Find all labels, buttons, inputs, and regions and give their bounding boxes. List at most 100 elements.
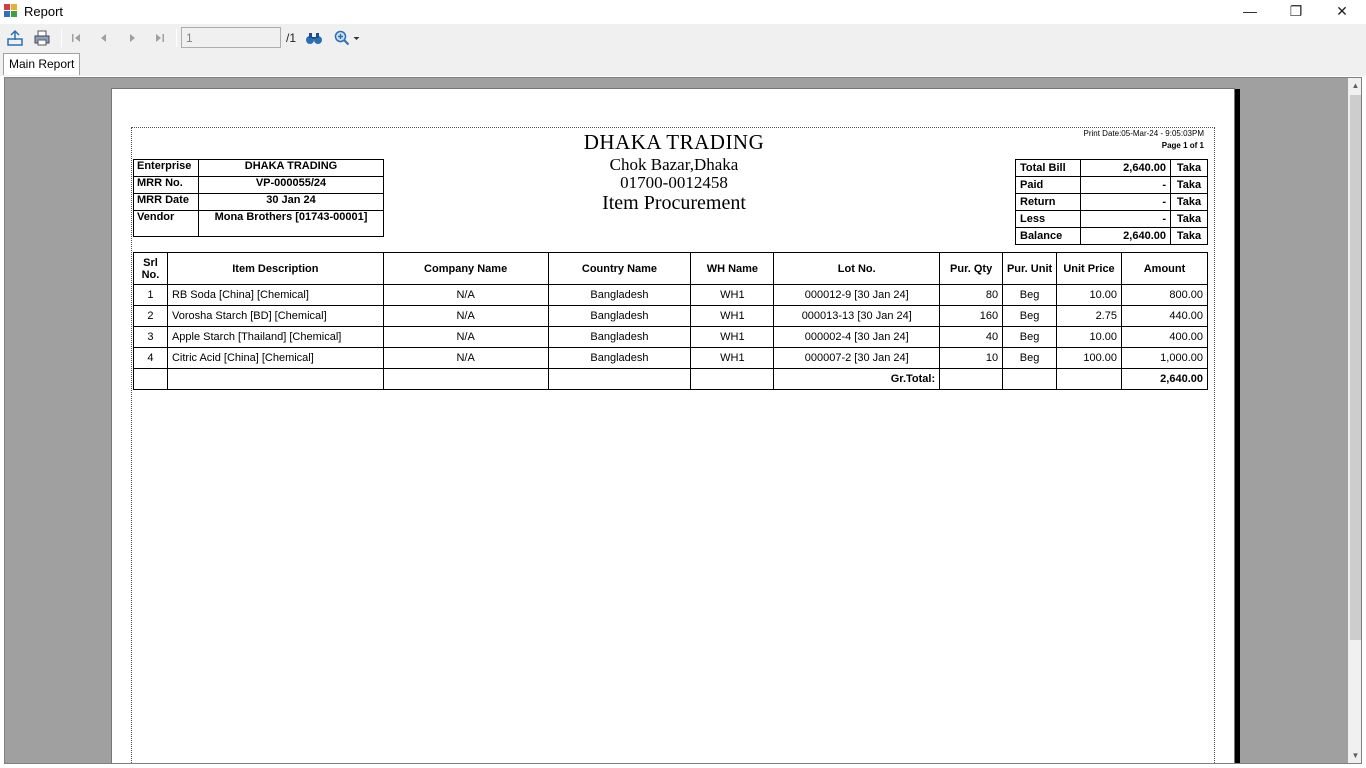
print-date: Print Date:05-Mar-24 - 9:05:03PM (1083, 129, 1205, 138)
tab-main-report[interactable]: Main Report (3, 53, 81, 75)
close-button[interactable]: ✕ (1319, 0, 1365, 24)
info-key: MRR No. (133, 176, 199, 194)
cell-srl: 3 (133, 326, 168, 348)
summary-value: 2,640.00 (1080, 159, 1171, 177)
export-button[interactable] (4, 27, 26, 49)
cell-srl: 2 (133, 305, 168, 327)
info-key: MRR Date (133, 193, 199, 211)
cell-srl: 4 (133, 347, 168, 369)
info-row: Vendor Mona Brothers [01743-00001] (133, 210, 384, 237)
export-icon (7, 29, 23, 46)
cell-price: 10.00 (1056, 284, 1122, 306)
chevron-down-icon (353, 36, 360, 40)
cell-amount: 400.00 (1120, 326, 1209, 348)
bill-summary-table: Total Bill 2,640.00 Taka Paid - Taka Ret… (1015, 159, 1208, 245)
info-value: VP-000055/24 (198, 176, 384, 194)
report-viewer[interactable]: DHAKA TRADING Chok Bazar,Dhaka 01700-001… (4, 77, 1362, 764)
vertical-scrollbar[interactable]: ▲ ▼ (1348, 78, 1361, 763)
summary-row: Return - Taka (1015, 193, 1208, 211)
items-table: Srl No. Item Description Company Name Co… (133, 252, 1209, 390)
zoom-icon (334, 30, 350, 46)
title-bar: Report — ❐ ✕ (0, 0, 1366, 24)
cell-country: Bangladesh (547, 305, 692, 327)
page-count: Page 1 of 1 (1161, 141, 1204, 150)
info-value: Mona Brothers [01743-00001] (198, 210, 384, 237)
first-page-icon (72, 34, 80, 42)
page-total-label: /1 (286, 31, 297, 45)
tab-strip: Main Report (0, 51, 1366, 76)
col-header-company: Company Name (382, 252, 549, 285)
summary-key: Total Bill (1015, 159, 1081, 177)
cell-unit: Beg (1002, 347, 1058, 369)
cell-item: Citric Acid [China] [Chemical] (166, 347, 384, 369)
cell-company: N/A (382, 326, 549, 348)
first-page-button[interactable] (65, 27, 87, 49)
cell-country: Bangladesh (547, 347, 692, 369)
next-page-icon (130, 34, 135, 42)
scroll-thumb[interactable] (1350, 95, 1361, 640)
cell-company: N/A (382, 347, 549, 369)
cell-wh: WH1 (690, 347, 775, 369)
cell-qty: 80 (939, 284, 1004, 306)
summary-unit: Taka (1170, 210, 1208, 228)
cell-lot: 000013-13 [30 Jan 24] (773, 305, 941, 327)
col-header-country: Country Name (547, 252, 692, 285)
cell-wh: WH1 (690, 284, 775, 306)
next-page-button[interactable] (121, 27, 143, 49)
empty-cell (166, 368, 384, 390)
table-row: 3 Apple Starch [Thailand] [Chemical] N/A… (133, 326, 1209, 348)
summary-value: - (1080, 193, 1171, 211)
cell-unit: Beg (1002, 284, 1058, 306)
print-button[interactable] (31, 27, 53, 49)
find-button[interactable] (303, 27, 325, 49)
summary-value: 2,640.00 (1080, 227, 1171, 245)
report-body: DHAKA TRADING Chok Bazar,Dhaka 01700-001… (131, 127, 1215, 763)
cell-qty: 10 (939, 347, 1004, 369)
cell-price: 100.00 (1056, 347, 1122, 369)
previous-page-button[interactable] (93, 27, 115, 49)
maximize-button[interactable]: ❐ (1273, 0, 1319, 24)
summary-row: Total Bill 2,640.00 Taka (1015, 159, 1208, 177)
col-header-srl: Srl No. (133, 252, 168, 285)
grand-total-amount: 2,640.00 (1120, 368, 1209, 390)
last-page-button[interactable] (149, 27, 171, 49)
window-title: Report (24, 4, 64, 19)
summary-row: Less - Taka (1015, 210, 1208, 228)
empty-cell (939, 368, 1004, 390)
cell-item: Vorosha Starch [BD] [Chemical] (166, 305, 384, 327)
info-key: Vendor (133, 210, 199, 237)
cell-wh: WH1 (690, 326, 775, 348)
summary-unit: Taka (1170, 176, 1208, 194)
report-toolbar: /1 (0, 24, 1366, 51)
cell-item: Apple Starch [Thailand] [Chemical] (166, 326, 384, 348)
info-key: Enterprise (133, 159, 199, 177)
zoom-dropdown-button[interactable] (332, 27, 362, 49)
table-row: 2 Vorosha Starch [BD] [Chemical] N/A Ban… (133, 305, 1209, 327)
cell-lot: 000007-2 [30 Jan 24] (773, 347, 941, 369)
empty-cell (1002, 368, 1058, 390)
cell-amount: 800.00 (1120, 284, 1209, 306)
cell-srl: 1 (133, 284, 168, 306)
scroll-up-arrow[interactable]: ▲ (1348, 78, 1361, 93)
empty-cell (1056, 368, 1122, 390)
summary-unit: Taka (1170, 193, 1208, 211)
cell-wh: WH1 (690, 305, 775, 327)
col-header-unit: Pur. Unit (1002, 252, 1058, 285)
minimize-button[interactable]: — (1227, 0, 1273, 24)
summary-unit: Taka (1170, 159, 1208, 177)
page-number-input[interactable] (181, 27, 281, 48)
empty-cell (690, 368, 775, 390)
cell-qty: 160 (939, 305, 1004, 327)
scroll-down-arrow[interactable]: ▼ (1348, 748, 1361, 763)
cell-price: 10.00 (1056, 326, 1122, 348)
print-icon (34, 30, 50, 46)
cell-price: 2.75 (1056, 305, 1122, 327)
cell-country: Bangladesh (547, 284, 692, 306)
info-value: 30 Jan 24 (198, 193, 384, 211)
cell-unit: Beg (1002, 305, 1058, 327)
summary-value: - (1080, 210, 1171, 228)
info-row: MRR Date 30 Jan 24 (133, 193, 384, 211)
col-header-wh: WH Name (690, 252, 775, 285)
col-header-qty: Pur. Qty (939, 252, 1004, 285)
app-icon (4, 4, 18, 18)
